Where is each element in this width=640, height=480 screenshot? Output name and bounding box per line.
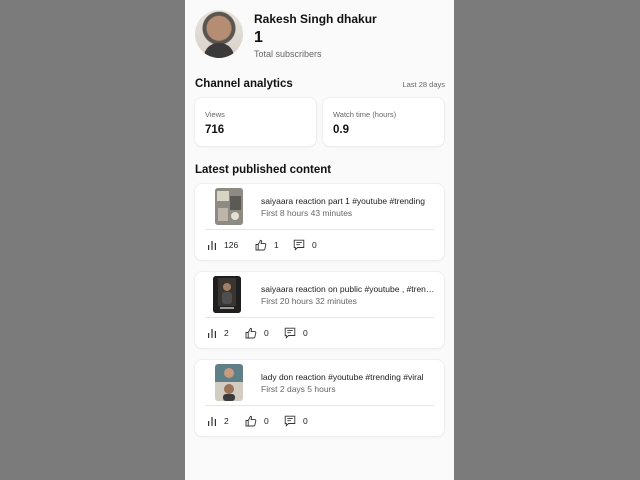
video-period: First 20 hours 32 minutes: [261, 296, 357, 306]
watch-time-card[interactable]: Watch time (hours) 0.9: [323, 98, 444, 146]
comments-stat: 0: [284, 415, 308, 427]
avatar[interactable]: [195, 10, 243, 58]
like-icon: [245, 327, 257, 339]
channel-name: Rakesh Singh dhakur: [254, 12, 377, 26]
views-count: 126: [224, 240, 239, 250]
views-count: 2: [224, 328, 229, 338]
comments-count: 0: [303, 416, 308, 426]
comment-icon: [284, 327, 296, 339]
comment-icon: [284, 415, 296, 427]
likes-stat: 1: [255, 239, 279, 251]
views-bar-icon: [208, 241, 216, 250]
comments-stat: 0: [293, 239, 317, 251]
comment-icon: [293, 239, 305, 251]
subscriber-count: 1: [254, 29, 263, 46]
views-label: Views: [205, 110, 225, 119]
latest-content-title: Latest published content: [195, 164, 332, 176]
comments-stat: 0: [284, 327, 308, 339]
video-card[interactable]: saiyaara reaction on public #youtube , #…: [195, 272, 444, 348]
views-stat: 126: [207, 240, 238, 250]
like-icon: [255, 239, 267, 251]
likes-count: 0: [264, 328, 269, 338]
comments-count: 0: [303, 328, 308, 338]
thumbnail-image-icon: [215, 364, 243, 401]
channel-header[interactable]: Rakesh Singh dhakur 1 Total subscribers: [185, 0, 454, 70]
views-value: 716: [205, 124, 225, 136]
divider: [205, 229, 434, 230]
analytics-period: Last 28 days: [402, 80, 445, 89]
divider: [205, 405, 434, 406]
views-count: 2: [224, 416, 229, 426]
views-stat: 2: [207, 416, 229, 426]
video-period: First 2 days 5 hours: [261, 384, 336, 394]
subscriber-label: Total subscribers: [254, 49, 322, 59]
video-title[interactable]: saiyaara reaction part 1 #youtube #trend…: [261, 196, 439, 206]
analytics-title: Channel analytics: [195, 78, 293, 90]
likes-stat: 0: [245, 327, 269, 339]
video-card[interactable]: lady don reaction #youtube #trending #vi…: [195, 360, 444, 436]
views-bar-icon: [208, 329, 216, 338]
video-thumbnail[interactable]: [213, 276, 241, 313]
video-title[interactable]: saiyaara reaction on public #youtube , #…: [261, 284, 439, 294]
divider: [205, 317, 434, 318]
phone-screen: Rakesh Singh dhakur 1 Total subscribers …: [185, 0, 454, 480]
video-title[interactable]: lady don reaction #youtube #trending #vi…: [261, 372, 439, 382]
thumbnail-image-icon: [215, 188, 243, 225]
video-period: First 8 hours 43 minutes: [261, 208, 353, 218]
video-thumbnail[interactable]: [215, 364, 243, 401]
like-icon: [245, 415, 257, 427]
watch-time-value: 0.9: [333, 124, 349, 136]
watch-time-label: Watch time (hours): [333, 110, 397, 119]
views-bar-icon: [208, 417, 216, 426]
thumbnail-image-icon: [213, 276, 241, 313]
likes-count: 1: [274, 240, 279, 250]
comments-count: 0: [312, 240, 317, 250]
views-card[interactable]: Views 716: [195, 98, 316, 146]
likes-count: 0: [264, 416, 269, 426]
views-stat: 2: [207, 328, 229, 338]
likes-stat: 0: [245, 415, 269, 427]
video-card[interactable]: saiyaara reaction part 1 #youtube #trend…: [195, 184, 444, 260]
video-thumbnail[interactable]: [215, 188, 243, 225]
